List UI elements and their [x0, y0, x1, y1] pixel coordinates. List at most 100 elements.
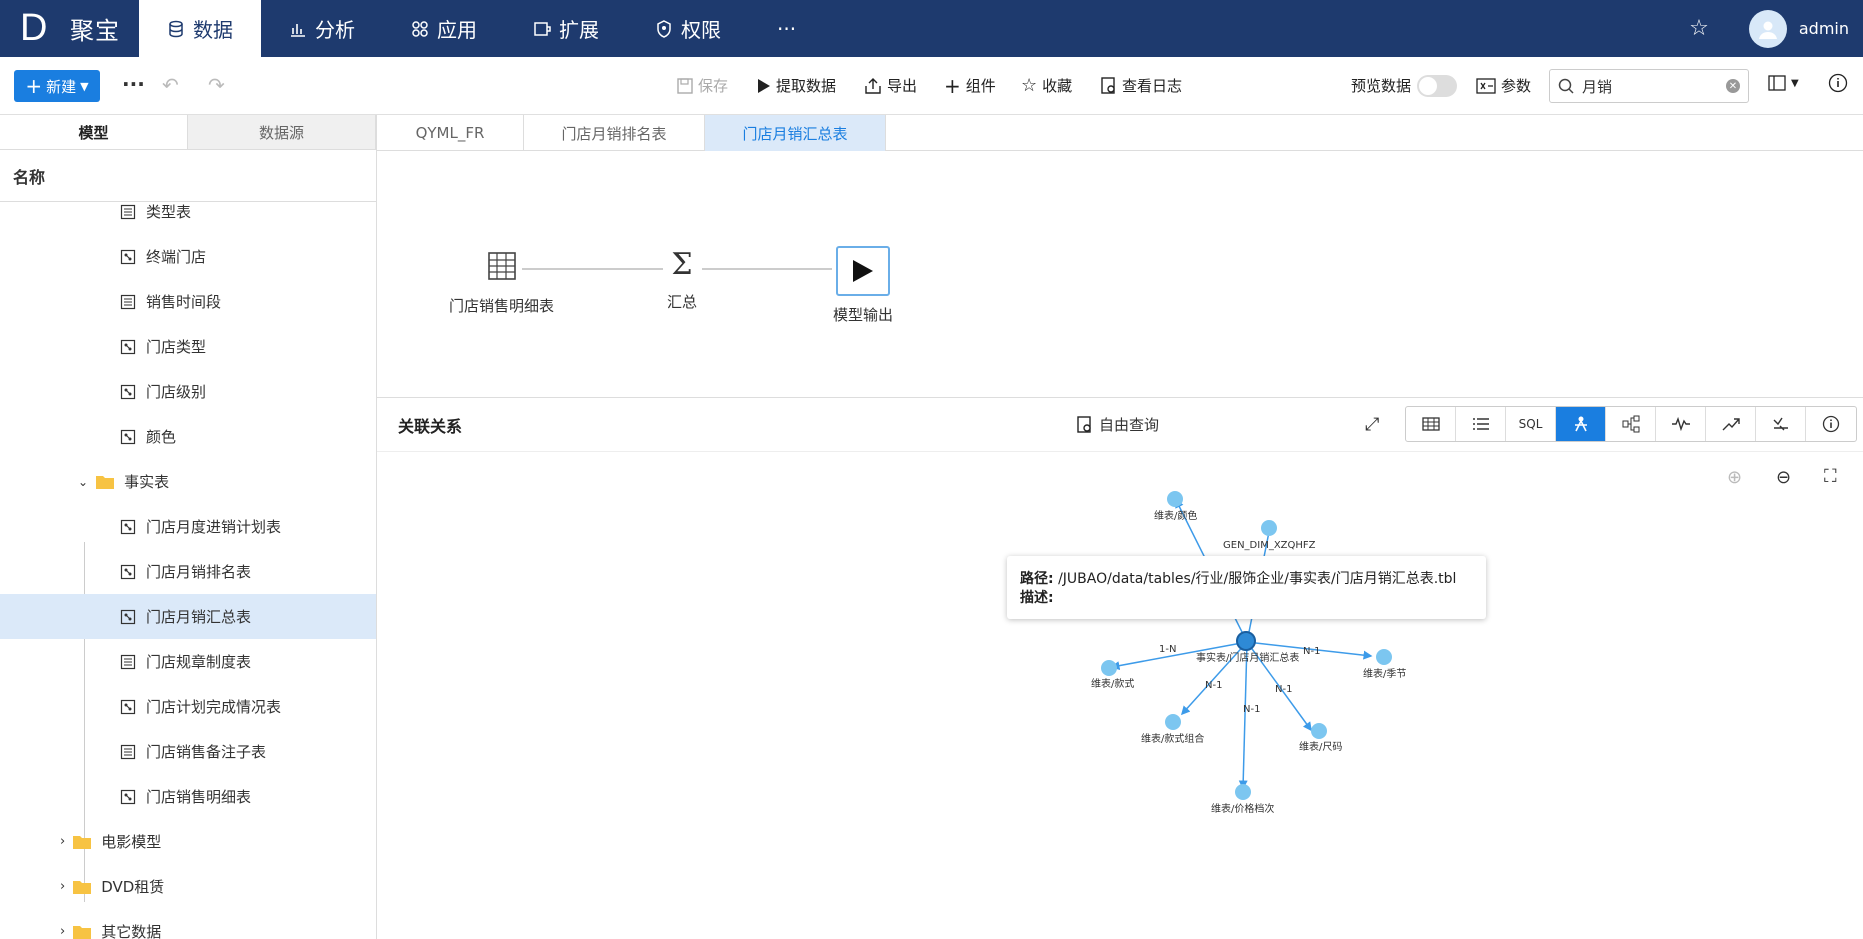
extract-data-label: 提取数据 [776, 77, 837, 95]
tab-store-monthly-rank[interactable]: 门店月销排名表 [524, 115, 705, 151]
expand-icon[interactable]: ⤢ [1365, 414, 1379, 435]
tree-item[interactable]: 类型表 [0, 189, 376, 234]
component-label: 组件 [965, 77, 996, 95]
tree-item[interactable]: 终端门店 [0, 234, 376, 279]
tree-folder-fact[interactable]: ⌄ 事实表 [0, 459, 376, 504]
tree-item[interactable]: 门店类型 [0, 324, 376, 369]
relation-table-icon [120, 564, 136, 579]
table-icon [120, 744, 136, 759]
preview-data-label: 预览数据 [1351, 77, 1412, 95]
tree-folder[interactable]: › 其它数据 [0, 909, 376, 939]
tab-qyml[interactable]: QYML_FR [377, 115, 524, 151]
table-icon [120, 294, 136, 309]
more-icon: ··· [777, 16, 797, 41]
flow-node-aggregate-label: 汇总 [667, 293, 698, 311]
free-query-button[interactable]: 自由查询 [1077, 414, 1159, 435]
tab-model[interactable]: 模型 [0, 115, 188, 149]
tree-item[interactable]: 门店销售明细表 [0, 774, 376, 819]
component-button[interactable]: + 组件 [944, 75, 996, 96]
sql-view-button[interactable]: SQL [1506, 407, 1556, 441]
tree-item[interactable]: 门店规章制度表 [0, 639, 376, 684]
graph-node-center: 事实表/门店月销汇总表 [1196, 651, 1299, 664]
redo-icon[interactable]: ↷ [208, 73, 225, 97]
export-icon [865, 77, 881, 94]
save-button[interactable]: 保存 [677, 75, 728, 96]
graph-node-label: 维表/款式组合 [1141, 732, 1204, 745]
nav-apps[interactable]: 应用 [383, 0, 505, 57]
nav-analysis-label: 分析 [315, 18, 355, 42]
compare-view-icon[interactable] [1756, 407, 1806, 441]
new-button-label: 新建 [46, 77, 77, 96]
relation-table-icon [120, 384, 136, 399]
info-view-icon[interactable] [1806, 407, 1856, 441]
flow-node-source[interactable]: 门店销售明细表 [449, 251, 554, 316]
tree-view-icon[interactable] [1606, 407, 1656, 441]
export-button[interactable]: 导出 [864, 75, 917, 96]
graph-svg: 1-N N-1 N-1 N-1 N-1 事实表/门店月销汇总表 维表/颜色 GE… [1091, 491, 1406, 815]
tree-folder[interactable]: › DVD租赁 [0, 864, 376, 909]
tree-item[interactable]: 门店级别 [0, 369, 376, 414]
tree-item[interactable]: 门店销售备注子表 [0, 729, 376, 774]
tooltip-path-label: 路径: [1020, 571, 1054, 587]
flow-node-source-label: 门店销售明细表 [449, 297, 555, 315]
query-icon [1077, 415, 1091, 433]
new-button[interactable]: + 新建 ▼ [14, 70, 100, 102]
node-tooltip: 路径: /JUBAO/data/tables/行业/服饰企业/事实表/门店月销汇… [1007, 556, 1486, 619]
star-icon[interactable]: ☆ [1689, 16, 1709, 41]
sidebar: 模型 数据源 名称 类型表 终端门店 销售时间段 门店类型 门店级别 颜色 ⌄ 事… [0, 115, 377, 939]
chevron-right-icon: › [60, 879, 66, 894]
params-button[interactable]: 参数 [1476, 75, 1531, 96]
undo-icon[interactable]: ↶ [162, 73, 179, 97]
export-label: 导出 [887, 77, 918, 95]
save-icon [677, 77, 693, 94]
tab-datasource[interactable]: 数据源 [188, 115, 376, 149]
avatar[interactable] [1748, 9, 1787, 48]
chevron-down-icon: ⌄ [78, 474, 89, 489]
nav-analysis[interactable]: 分析 [261, 0, 383, 57]
nav-more[interactable]: ··· [749, 0, 824, 57]
graph-node-label: 维表/价格档次 [1211, 802, 1274, 815]
tab-store-monthly-summary[interactable]: 门店月销汇总表 [705, 115, 886, 151]
favorite-label: 收藏 [1042, 77, 1073, 95]
favorite-button[interactable]: ☆ 收藏 [1021, 75, 1072, 96]
relation-graph[interactable]: ⊕ ⊖ ⛶ 1-N N-1 N-1 N-1 N-1 事实表/门店月销汇总表 维表… [377, 452, 1863, 939]
relation-table-icon [120, 519, 136, 534]
tree-folder[interactable]: › 电影模型 [0, 819, 376, 864]
pulse-view-icon[interactable] [1656, 407, 1706, 441]
tree-item[interactable]: 门店月销排名表 [0, 549, 376, 594]
tree-item[interactable]: 门店月度进销计划表 [0, 504, 376, 549]
tooltip-path-value: /JUBAO/data/tables/行业/服饰企业/事实表/门店月销汇总表.t… [1058, 571, 1457, 587]
flow-node-output[interactable]: 模型输出 [833, 246, 893, 325]
flow-node-aggregate[interactable]: Σ 汇总 [667, 247, 697, 312]
flow-node-output-label: 模型输出 [833, 306, 894, 324]
nav-permission-label: 权限 [681, 18, 721, 42]
tree-item[interactable]: 销售时间段 [0, 279, 376, 324]
nav-extension[interactable]: 扩展 [505, 0, 627, 57]
extract-data-button[interactable]: 提取数据 [757, 75, 836, 96]
tree-item[interactable]: 颜色 [0, 414, 376, 459]
play-icon [758, 78, 770, 93]
username[interactable]: admin [1799, 19, 1849, 38]
output-node-box [836, 246, 890, 296]
app-logo[interactable]: D 聚宝 [0, 0, 139, 57]
preview-data-toggle[interactable] [1417, 75, 1457, 97]
nav-permission[interactable]: 权限 [627, 0, 749, 57]
nav-data[interactable]: 数据 [139, 0, 261, 57]
search-input[interactable]: 月销 ✕ [1549, 69, 1749, 103]
view-log-button[interactable]: 查看日志 [1101, 75, 1182, 96]
layout-toggle[interactable]: ▼ [1768, 75, 1799, 91]
info-icon[interactable] [1828, 73, 1848, 97]
edge-label: N-1 [1303, 646, 1320, 657]
folder-icon [73, 881, 92, 894]
flow-connectors [522, 268, 832, 270]
table-view-icon[interactable] [1406, 407, 1456, 441]
trend-view-icon[interactable] [1706, 407, 1756, 441]
nav-data-label: 数据 [193, 18, 233, 42]
more-actions-icon[interactable]: ··· [122, 72, 145, 96]
clear-icon[interactable]: ✕ [1726, 79, 1740, 93]
search-value: 月销 [1582, 77, 1613, 96]
tree-item[interactable]: 门店计划完成情况表 [0, 684, 376, 729]
list-view-icon[interactable] [1456, 407, 1506, 441]
tree-item-selected[interactable]: 门店月销汇总表 [0, 594, 376, 639]
relation-view-icon[interactable] [1556, 407, 1606, 441]
